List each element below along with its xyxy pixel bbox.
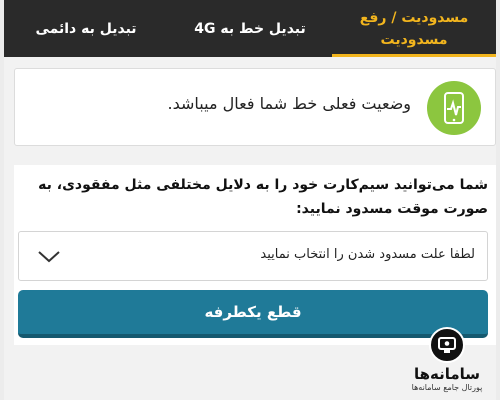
tab-convert-permanent[interactable]: تبدیل به دائمی [4,0,168,57]
tab-block-unblock[interactable]: مسدودیت / رفع مسدودیت [332,0,496,57]
tab-label: مسدودیت / رفع مسدودیت [359,9,469,48]
watermark-subtitle: پورتال جامع سامانه‌ها [411,383,483,392]
tab-convert-4g[interactable]: تبدیل خط به 4G [168,0,332,57]
tab-label: تبدیل به دائمی [35,20,137,37]
watermark: سامانه‌ها پورتال جامع سامانه‌ها [406,327,488,395]
watermark-name: سامانه‌ها [413,365,481,383]
block-reason-select[interactable]: لطفا علت مسدود شدن را انتخاب نمایید [18,231,488,281]
app-frame: مسدودیت / رفع مسدودیت تبدیل خط به 4G تبد… [4,0,496,400]
tab-bar: مسدودیت / رفع مسدودیت تبدیل خط به 4G تبد… [4,0,496,57]
block-form-card: شما می‌توانید سیم‌کارت خود را به دلایل م… [14,165,496,345]
button-label: قطع یکطرفه [204,303,302,321]
tab-label: تبدیل خط به 4G [194,20,306,37]
line-status-card: وضعیت فعلی خط شما فعال میباشد. [14,68,496,146]
line-status-text: وضعیت فعلی خط شما فعال میباشد. [167,94,411,113]
block-info-text: شما می‌توانید سیم‌کارت خود را به دلایل م… [38,177,488,217]
logo-icon [429,327,465,363]
chevron-down-icon [37,249,61,268]
block-reason-value: لطفا علت مسدود شدن را انتخاب نمایید [260,247,475,262]
phone-activity-icon [427,81,481,135]
